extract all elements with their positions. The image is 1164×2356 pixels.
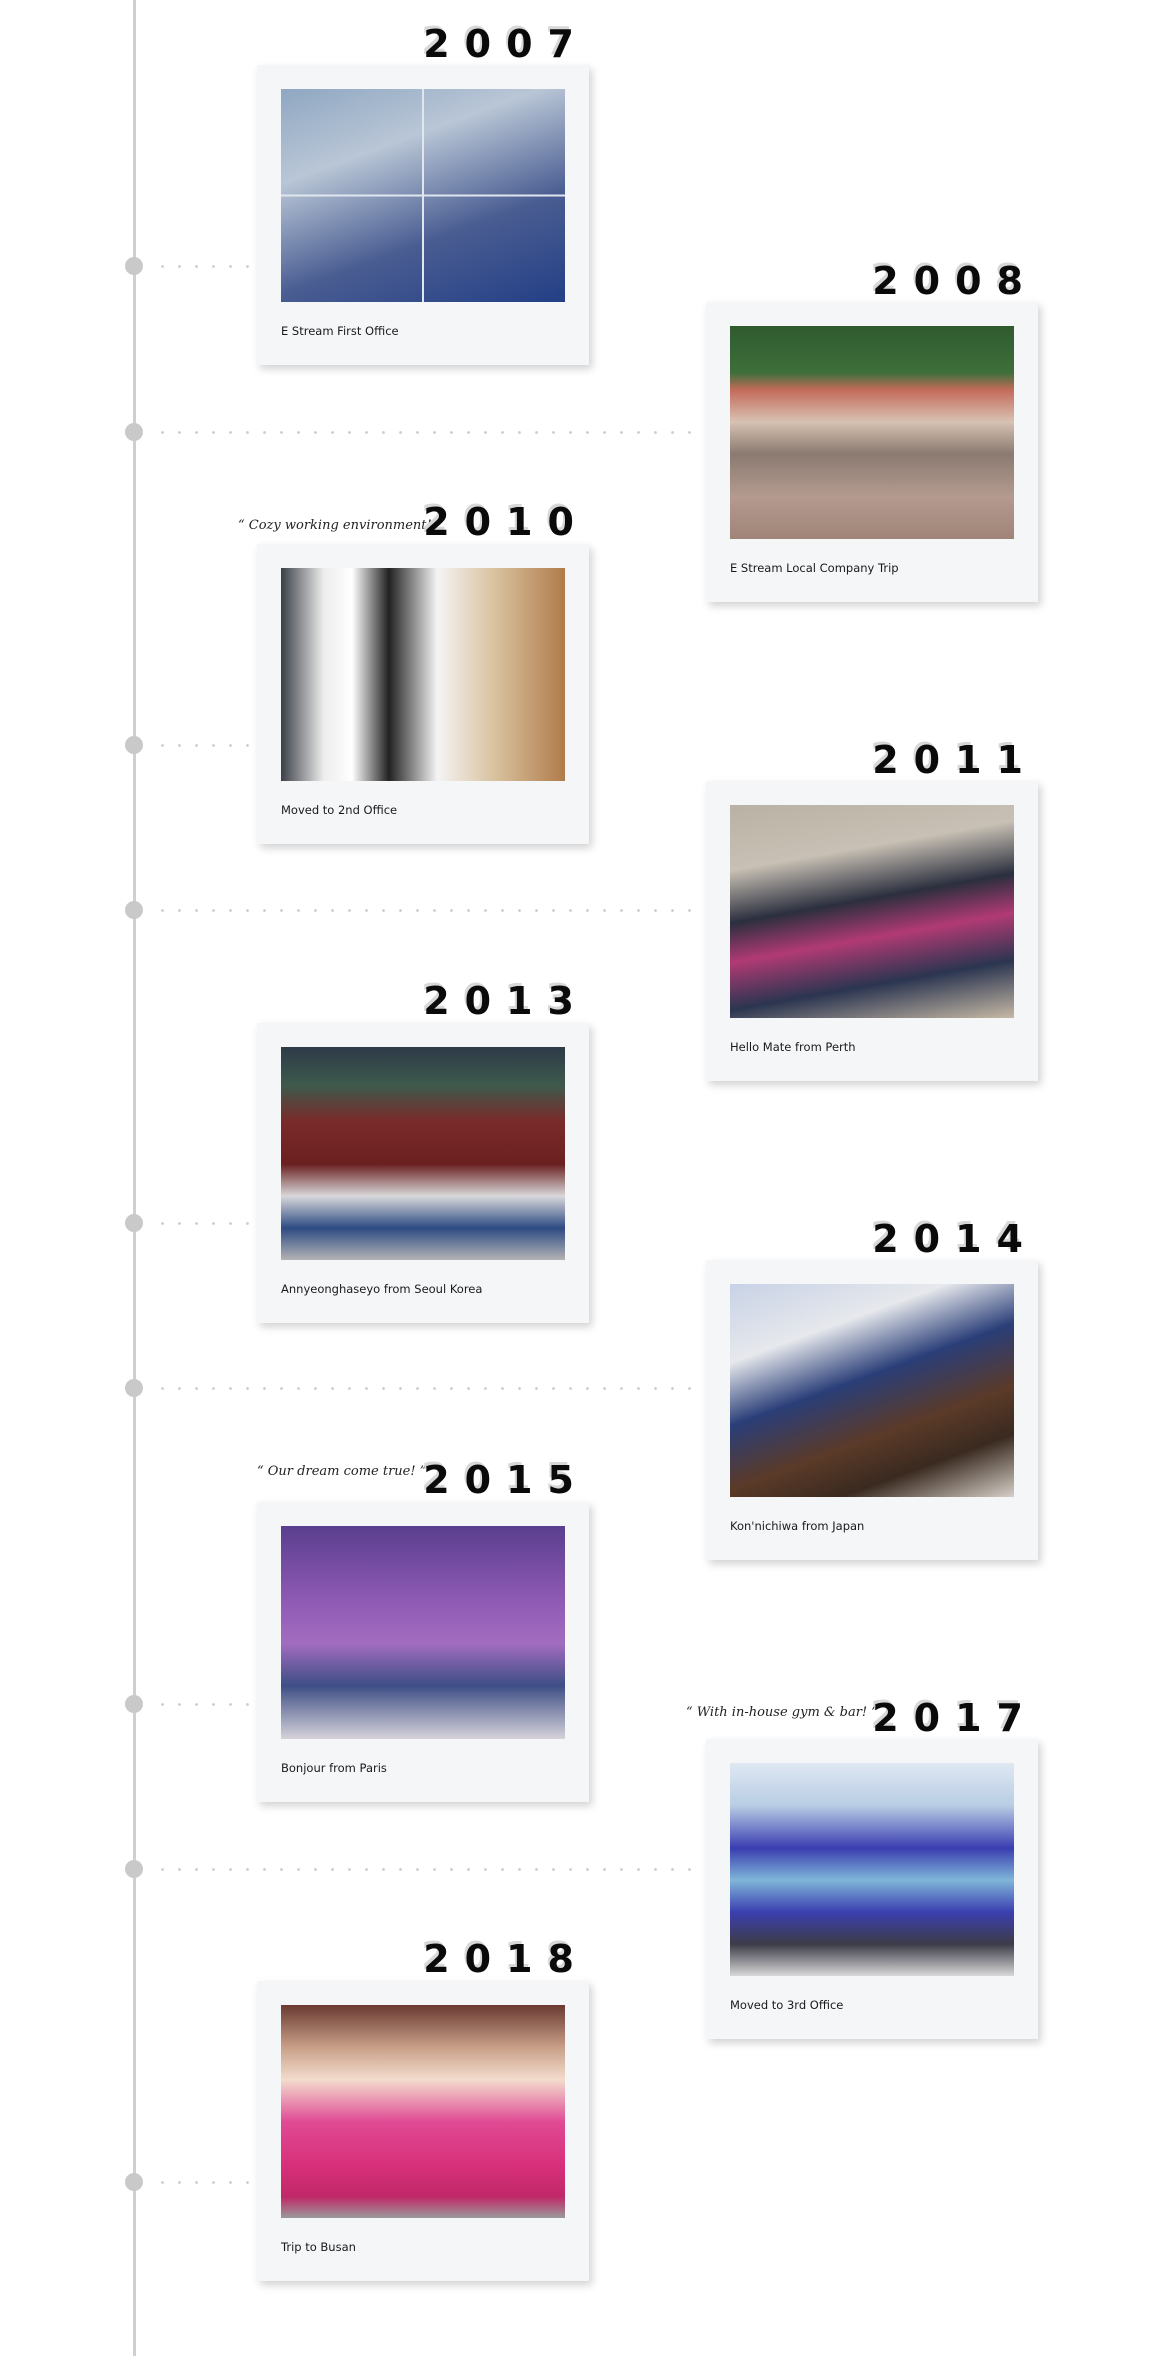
photo-second-office-interior — [281, 568, 565, 781]
timeline-line — [133, 0, 136, 2356]
photo-japan-dinner-group — [730, 1284, 1014, 1497]
year-label: 2017 — [872, 1696, 1038, 1740]
card-caption: Moved to 3rd Office — [730, 1998, 844, 2012]
photo-perth-beach-group — [730, 805, 1014, 1018]
year-label: 2014 — [872, 1217, 1038, 1261]
timeline-connector — [154, 1387, 704, 1390]
timeline-dot — [125, 423, 143, 441]
card-caption: Annyeonghaseyo from Seoul Korea — [281, 1282, 483, 1296]
timeline-dot — [125, 1214, 143, 1232]
timeline-card: Moved to 2nd Office — [257, 544, 589, 844]
timeline-dot — [125, 1695, 143, 1713]
card-caption: Bonjour from Paris — [281, 1761, 387, 1775]
card-caption: Moved to 2nd Office — [281, 803, 398, 817]
year-label: 2007 — [423, 22, 589, 66]
timeline-card: Hello Mate from Perth — [706, 781, 1038, 1081]
timeline-connector — [154, 265, 254, 268]
year-label: 2015 — [423, 1458, 589, 1502]
photo-busan-hanbok-group — [281, 2005, 565, 2218]
card-caption: Hello Mate from Perth — [730, 1040, 856, 1054]
timeline-connector — [154, 909, 704, 912]
timeline-card: Bonjour from Paris — [257, 1502, 589, 1802]
photo-office-group-collage — [281, 89, 565, 302]
photo-paris-eiffel-group — [281, 1526, 565, 1739]
timeline-card: E Stream First Office — [257, 65, 589, 365]
photo-company-trip-group — [730, 326, 1014, 539]
year-label: 2010 — [423, 500, 589, 544]
year-label: 2018 — [423, 1937, 589, 1981]
timeline-dot — [125, 2173, 143, 2191]
photo-third-office-building — [730, 1763, 1014, 1976]
timeline-card: Kon'nichiwa from Japan — [706, 1260, 1038, 1560]
year-label: 2011 — [872, 738, 1038, 782]
timeline-connector — [154, 2181, 254, 2184]
timeline-dot — [125, 736, 143, 754]
timeline-dot — [125, 901, 143, 919]
card-caption: Kon'nichiwa from Japan — [730, 1519, 865, 1533]
timeline-card: Trip to Busan — [257, 1981, 589, 2281]
card-caption: E Stream First Office — [281, 324, 399, 338]
photo-seoul-palace-group — [281, 1047, 565, 1260]
timeline-card: Annyeonghaseyo from Seoul Korea — [257, 1023, 589, 1323]
timeline-dot — [125, 257, 143, 275]
timeline-connector — [154, 744, 254, 747]
timeline-card: E Stream Local Company Trip — [706, 302, 1038, 602]
timeline-connector — [154, 1222, 254, 1225]
timeline-dot — [125, 1860, 143, 1878]
year-label: 2013 — [423, 979, 589, 1023]
card-caption: Trip to Busan — [281, 2240, 356, 2254]
timeline-card: Moved to 3rd Office — [706, 1739, 1038, 2039]
timeline-connector — [154, 431, 704, 434]
timeline-connector — [154, 1703, 254, 1706]
card-caption: E Stream Local Company Trip — [730, 561, 899, 575]
year-label: 2008 — [872, 259, 1038, 303]
timeline-dot — [125, 1379, 143, 1397]
timeline-connector — [154, 1868, 704, 1871]
